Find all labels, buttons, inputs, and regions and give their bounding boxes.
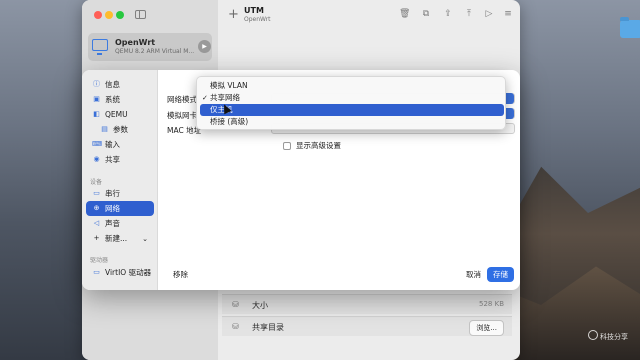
upload-icon[interactable]: ⤒ xyxy=(464,9,474,19)
sidebar-item-label: 串行 xyxy=(105,189,120,198)
utm-toolbar: + UTM OpenWrt 🗑 ⧉ ⇪ ⤒ ▷ ≡ xyxy=(218,0,520,30)
vm-list-item[interactable]: OpenWrt QEMU 8.2 ARM Virtual M... ▶ xyxy=(88,33,212,61)
info-icon: ⓘ xyxy=(93,80,100,88)
sidebar-item-label: 输入 xyxy=(105,140,120,149)
zoom-window-button[interactable] xyxy=(116,11,124,19)
args-icon: ▤ xyxy=(101,125,108,133)
watermark-text: 科技分享 xyxy=(600,333,628,341)
sidebar-item-input[interactable]: ⌨ 输入 xyxy=(86,137,154,152)
sidebar-item-serial[interactable]: ▭ 串行 xyxy=(86,186,154,201)
emulated-card-label: 模拟网卡 xyxy=(167,111,197,120)
sidebar-item-info[interactable]: ⓘ 信息 xyxy=(86,77,154,92)
share-icon[interactable]: ⇪ xyxy=(443,9,453,19)
add-vm-icon[interactable]: + xyxy=(228,7,239,22)
clone-icon[interactable]: ⧉ xyxy=(421,9,431,19)
sidebar-item-network[interactable]: ⊕ 网络 xyxy=(86,201,154,216)
user-icon: ◉ xyxy=(93,155,100,163)
serial-icon: ▭ xyxy=(93,189,100,197)
play-icon[interactable]: ▶ xyxy=(198,40,211,53)
vm-detail-panel: ⛁ 大小 528 KB ⛁ 共享目录 浏览... xyxy=(218,290,520,360)
browse-button[interactable]: 浏览... xyxy=(469,320,504,336)
vm-screen-icon xyxy=(92,39,108,55)
sidebar-item-virtio-drive[interactable]: ▭ VirtIO 驱动器 xyxy=(86,265,154,280)
watermark-logo-icon xyxy=(588,330,598,340)
sidebar-item-label: 共享 xyxy=(105,155,120,164)
sidebar-toggle-icon[interactable] xyxy=(135,10,146,19)
detail-row-shared-dir: ⛁ 共享目录 浏览... xyxy=(222,316,512,336)
detail-shared-dir-label: 共享目录 xyxy=(252,323,284,332)
select-caret-icon xyxy=(505,93,514,104)
section-drives: 驱动器 xyxy=(90,257,109,264)
menu-item-shared-network[interactable]: ✓ 共享网络 xyxy=(200,92,504,104)
window-subtitle: OpenWrt xyxy=(244,16,271,23)
select-caret-icon xyxy=(505,108,514,119)
detail-size-value: 528 KB xyxy=(479,300,504,308)
sidebar-item-label: 新建... xyxy=(105,234,128,243)
keyboard-icon: ⌨ xyxy=(92,140,103,148)
show-advanced-label: 显示高级设置 xyxy=(296,141,341,150)
close-window-button[interactable] xyxy=(94,11,102,19)
menu-item-host-only[interactable]: 仅主机 xyxy=(200,104,504,116)
sidebar-item-sharing[interactable]: ◉ 共享 xyxy=(86,152,154,167)
cpu-icon: ▣ xyxy=(93,95,100,103)
checkmark-icon: ✓ xyxy=(202,94,208,102)
show-advanced-checkbox[interactable] xyxy=(283,141,291,150)
folder-share-icon: ⛁ xyxy=(232,322,239,331)
section-devices: 设备 xyxy=(90,179,103,186)
sidebar-item-args[interactable]: ▤ 参数 xyxy=(94,122,154,137)
cancel-button[interactable]: 取消 xyxy=(460,267,487,282)
menu-item-emulated-vlan[interactable]: 模拟 VLAN xyxy=(200,80,504,92)
globe-icon: ⊕ xyxy=(93,204,100,212)
sidebar-item-label: VirtIO 驱动器 xyxy=(105,268,152,277)
sidebar-item-label: QEMU xyxy=(105,110,128,119)
speaker-icon: ◁ xyxy=(93,219,100,227)
detail-row-size: ⛁ 大小 528 KB xyxy=(222,294,512,314)
network-mode-dropdown: 模拟 VLAN ✓ 共享网络 仅主机 桥接 (高级) xyxy=(196,76,506,130)
sidebar-item-sound[interactable]: ◁ 声音 xyxy=(86,216,154,231)
network-mode-label: 网络模式 xyxy=(167,95,197,104)
sidebar-item-label: 信息 xyxy=(105,80,120,89)
save-button[interactable]: 存储 xyxy=(487,267,514,282)
sidebar-item-new-device[interactable]: + 新建... ⌄ xyxy=(86,231,154,246)
window-title: UTM xyxy=(244,6,264,15)
menu-item-label: 共享网络 xyxy=(210,93,240,102)
menu-item-bridged[interactable]: 桥接 (高级) xyxy=(200,116,504,128)
run-icon[interactable]: ▷ xyxy=(484,9,494,19)
settings-menu-icon[interactable]: ≡ xyxy=(503,9,513,19)
settings-sidebar: ⓘ 信息 ▣ 系统 ◧ QEMU ▤ 参数 ⌨ 输入 ◉ 共享 设备 ▭ 串行 … xyxy=(82,70,158,290)
sidebar-item-system[interactable]: ▣ 系统 xyxy=(86,92,154,107)
remove-button[interactable]: 移除 xyxy=(173,269,188,280)
vm-name: OpenWrt xyxy=(115,38,156,47)
sidebar-item-label: 声音 xyxy=(105,219,120,228)
detail-size-label: 大小 xyxy=(252,301,268,310)
menu-item-label: 桥接 (高级) xyxy=(210,117,249,126)
vm-description: QEMU 8.2 ARM Virtual M... xyxy=(115,48,195,55)
desktop-folder-icon[interactable] xyxy=(620,17,640,38)
sidebar-item-label: 参数 xyxy=(113,125,128,134)
minimize-window-button[interactable] xyxy=(105,11,113,19)
disk-icon: ▭ xyxy=(93,268,100,276)
menu-item-label: 模拟 VLAN xyxy=(210,81,248,90)
drive-icon: ⛁ xyxy=(232,300,239,309)
sidebar-item-qemu[interactable]: ◧ QEMU xyxy=(86,107,154,122)
show-advanced-row[interactable]: 显示高级设置 xyxy=(283,140,341,151)
qemu-icon: ◧ xyxy=(93,110,100,118)
sidebar-item-label: 网络 xyxy=(105,204,120,213)
plus-icon: + xyxy=(93,234,100,242)
chevron-down-icon: ⌄ xyxy=(142,234,148,243)
sidebar-item-label: 系统 xyxy=(105,95,120,104)
trash-icon[interactable]: 🗑 xyxy=(399,9,410,19)
